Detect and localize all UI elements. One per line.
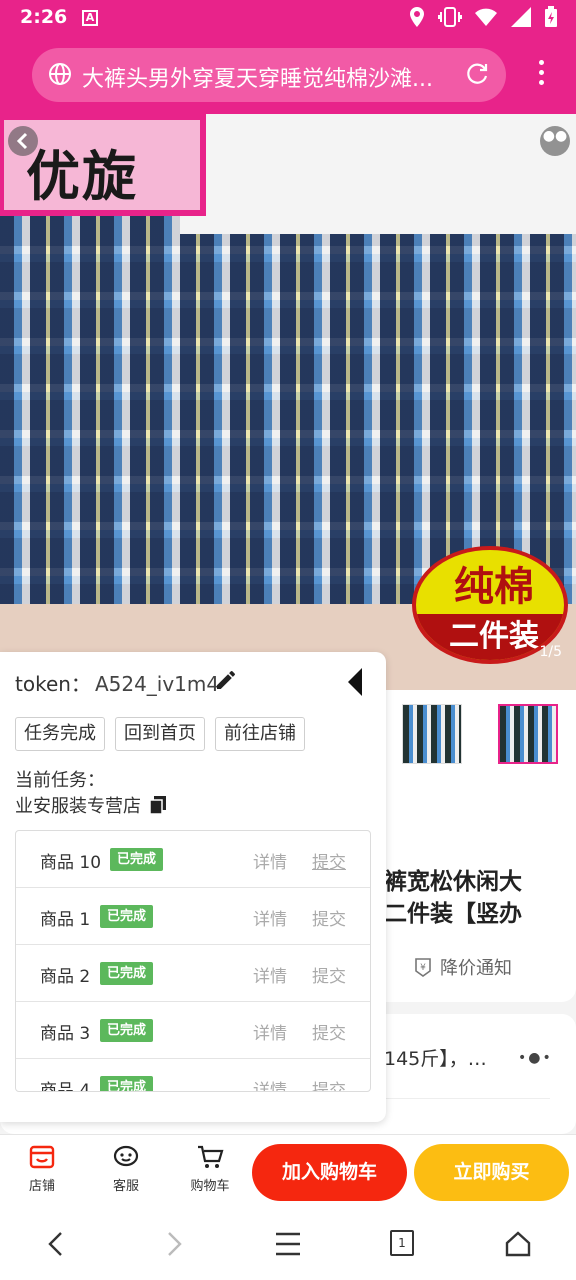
tabs-icon[interactable]: 1 xyxy=(390,1230,414,1256)
shopping-cart-icon xyxy=(198,1145,224,1168)
current-task-name: 业安服装专营店 xyxy=(15,796,141,817)
task-item-row: 商品 3 已完成 详情 提交 xyxy=(16,1002,370,1059)
page-title: 大裤头男外穿夏天穿睡觉纯棉沙滩... xyxy=(82,67,433,92)
globe-icon xyxy=(49,63,71,85)
detail-link[interactable]: 详情 xyxy=(253,1019,287,1044)
item-name: 商品 3 xyxy=(40,1024,91,1044)
go-to-store-button[interactable]: 前往店铺 xyxy=(215,717,305,751)
status-badge: 已完成 xyxy=(100,962,154,985)
task-complete-button[interactable]: 任务完成 xyxy=(15,717,105,751)
product-action-bar: 店铺 客服 购物车 加入购物车 立即购买 xyxy=(0,1134,576,1208)
screen: 2:26 A 大裤头男外穿夏天穿睡觉纯棉沙滩... 优旋 ●● 纯棉 二件装 1… xyxy=(0,0,576,1280)
status-icons xyxy=(408,6,558,28)
copy-icon[interactable] xyxy=(149,795,167,815)
submit-link[interactable]: 提交 xyxy=(312,962,346,987)
item-name: 商品 10 xyxy=(40,853,102,873)
reload-icon[interactable] xyxy=(464,61,490,87)
thumbnail-2[interactable] xyxy=(498,704,558,764)
chevron-left-icon xyxy=(16,132,28,150)
menu-icon[interactable] xyxy=(274,1230,302,1258)
back-arrow-icon[interactable] xyxy=(44,1230,68,1258)
token-value: A524_iv1m4 xyxy=(94,672,220,696)
cart-nav-button[interactable]: 购物车 xyxy=(180,1143,240,1194)
vibrate-icon xyxy=(438,7,462,27)
status-badge: 已完成 xyxy=(100,905,154,928)
detail-link[interactable]: 详情 xyxy=(253,905,287,930)
system-nav-bar: 1 xyxy=(0,1208,576,1280)
back-home-button[interactable]: 回到首页 xyxy=(115,717,205,751)
chat-service-icon xyxy=(113,1145,139,1167)
task-item-row: 商品 2 已完成 详情 提交 xyxy=(16,945,370,1002)
spec-text: 145斤】，… xyxy=(384,1048,487,1070)
price-notify-label: 降价通知 xyxy=(440,958,512,979)
store-icon xyxy=(29,1145,55,1169)
more-dots-icon: ●● xyxy=(542,128,568,144)
task-panel: token： A524_iv1m4 任务完成 回到首页 前往店铺 当前任务： 业安… xyxy=(0,652,386,1122)
svg-text:¥: ¥ xyxy=(420,963,426,973)
add-to-cart-button[interactable]: 加入购物车 xyxy=(252,1144,407,1201)
product-title: 裤宽松休闲大 二件装【竖办 xyxy=(384,869,522,927)
seal-top-text: 纯棉 xyxy=(454,564,534,610)
store-label: 店铺 xyxy=(28,1179,55,1194)
shirt-area xyxy=(180,114,576,234)
status-badge: 已完成 xyxy=(110,848,164,871)
price-tag-icon: ¥ xyxy=(415,958,431,977)
submit-link[interactable]: 提交 xyxy=(312,905,346,930)
status-badge: 已完成 xyxy=(100,1019,154,1042)
store-button[interactable]: 店铺 xyxy=(12,1143,72,1194)
wifi-icon xyxy=(475,8,497,26)
url-bar[interactable]: 大裤头男外穿夏天穿睡觉纯棉沙滩... xyxy=(32,48,506,102)
divider xyxy=(384,1098,550,1099)
submit-link[interactable]: 提交 xyxy=(312,1076,346,1091)
browser-top-bar: 2:26 A 大裤头男外穿夏天穿睡觉纯棉沙滩... xyxy=(0,0,576,114)
detail-link[interactable]: 详情 xyxy=(253,1076,287,1091)
current-task-label: 当前任务： xyxy=(15,770,105,791)
home-icon[interactable] xyxy=(504,1230,532,1258)
back-button[interactable] xyxy=(8,126,38,156)
task-item-row: 商品 10 已完成 详情 提交 xyxy=(16,831,370,888)
submit-link[interactable]: 提交 xyxy=(312,1019,346,1044)
task-item-list[interactable]: 商品 10 已完成 详情 提交 商品 1 已完成 详情 提交 商品 2 已完成 … xyxy=(15,830,371,1092)
battery-icon xyxy=(545,6,557,27)
task-item-row: 商品 1 已完成 详情 提交 xyxy=(16,888,370,945)
edit-pencil-icon[interactable] xyxy=(214,668,238,692)
status-bar: 2:26 A xyxy=(0,0,576,36)
item-name: 商品 2 xyxy=(40,967,91,987)
service-label: 客服 xyxy=(112,1179,139,1194)
more-button[interactable]: ●● xyxy=(540,126,570,156)
task-item-row: 商品 4 已完成 详情 提交 xyxy=(16,1059,370,1092)
forward-arrow-icon[interactable] xyxy=(162,1230,186,1258)
status-badge: 已完成 xyxy=(100,1076,154,1091)
buy-now-button[interactable]: 立即购买 xyxy=(414,1144,569,1201)
detail-link[interactable]: 详情 xyxy=(253,962,287,987)
item-name: 商品 4 xyxy=(40,1081,91,1092)
cart-label: 购物车 xyxy=(190,1179,230,1194)
submit-link[interactable]: 提交 xyxy=(312,848,346,873)
token-label: token： xyxy=(15,672,91,696)
browser-menu-icon[interactable] xyxy=(536,60,546,90)
collapse-panel-icon[interactable] xyxy=(348,668,362,696)
price-notify-button[interactable]: ¥ 降价通知 xyxy=(412,954,512,980)
token-row: token： A524_iv1m4 xyxy=(15,668,219,697)
item-name: 商品 1 xyxy=(40,910,91,930)
service-button[interactable]: 客服 xyxy=(96,1143,156,1194)
panel-buttons: 任务完成 回到首页 前往店铺 xyxy=(15,717,305,751)
thumbnail-1[interactable] xyxy=(402,704,462,764)
detail-link[interactable]: 详情 xyxy=(253,848,287,873)
location-icon xyxy=(410,7,424,27)
brand-text: 优旋 xyxy=(26,145,138,208)
current-task: 业安服装专营店 xyxy=(15,792,167,818)
spec-more-icon[interactable]: •●• xyxy=(518,1050,553,1066)
product-image[interactable]: 优旋 ●● 纯棉 二件装 1/5 xyxy=(0,114,576,690)
signal-icon xyxy=(511,7,531,27)
app-notification-icon: A xyxy=(82,10,98,26)
status-time: 2:26 xyxy=(20,6,68,28)
image-counter: 1/5 xyxy=(539,644,562,660)
